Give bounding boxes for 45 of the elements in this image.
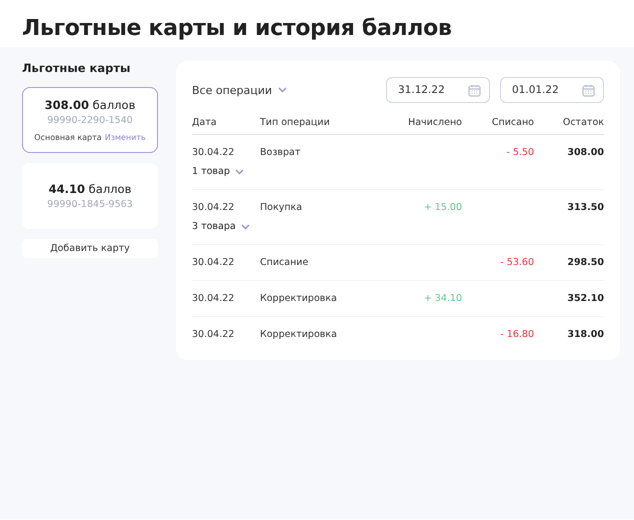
operation-type-cell-text: Корректировка: [260, 329, 338, 340]
date-field[interactable]: 31.12.22: [386, 77, 490, 103]
points-balance: 308.00 баллов: [44, 98, 136, 112]
debited-amount: - 5.50: [506, 147, 534, 158]
balance-cell-text: 308.00: [566, 147, 604, 158]
card-number: 99990-1845-9563: [47, 199, 133, 210]
chevron-icon: [234, 168, 244, 174]
chevron-icon: [240, 224, 250, 230]
date-cell-text: 30.04.22: [192, 329, 236, 340]
operation-type-cell-text: Списание: [260, 257, 310, 268]
column-header: Списано: [490, 117, 534, 128]
chevron-icon: [278, 87, 288, 93]
date-cell-text: 30.04.22: [192, 202, 236, 213]
date-field[interactable]: 01.01.22: [500, 77, 604, 103]
operations-dropdown[interactable]: Все операции: [192, 84, 288, 96]
calendar-icon: [582, 84, 595, 96]
items-toggle[interactable]: 3 товара: [192, 221, 250, 232]
debited-amount: - 16.80: [500, 329, 534, 340]
credited-amount: + 15.00: [424, 202, 462, 213]
debited-amount: - 53.60: [500, 257, 534, 268]
points-balance: 44.10 баллов: [48, 182, 132, 196]
credited-amount: + 34.10: [424, 293, 462, 304]
date-cell-text: 30.04.22: [192, 147, 236, 158]
date-cell-text: 30.04.22: [192, 293, 236, 304]
column-header: Остаток: [562, 117, 604, 128]
operation-type-cell-text: Покупка: [260, 202, 304, 213]
column-header: Тип операции: [260, 117, 331, 128]
date-cell-text: 30.04.22: [192, 257, 236, 268]
column-header: Начислено: [407, 117, 462, 128]
points-card[interactable]: 308.00 баллов 99990-2290-1540 Основная карта Изменить: [22, 87, 158, 153]
main-card-label: Основная карта: [34, 133, 102, 142]
card-number: 99990-2290-1540: [47, 115, 133, 126]
points-card[interactable]: 44.10 баллов 99990-1845-9563: [22, 163, 158, 229]
balance-cell-text: 298.50: [566, 257, 604, 268]
page-title: Льготные карты и история баллов: [21, 15, 453, 43]
column-header: Дата: [192, 117, 218, 128]
calendar-icon: [468, 84, 481, 96]
section-heading: Льготные карты: [22, 61, 132, 75]
operation-type-cell-text: Возврат: [260, 147, 302, 158]
balance-cell-text: 318.00: [566, 329, 604, 340]
items-toggle[interactable]: 1 товар: [192, 166, 244, 177]
operation-type-cell-text: Корректировка: [260, 293, 338, 304]
add-card-button[interactable]: Добавить карту: [22, 239, 158, 258]
balance-cell-text: 313.50: [566, 202, 604, 213]
balance-cell-text: 352.10: [566, 293, 604, 304]
